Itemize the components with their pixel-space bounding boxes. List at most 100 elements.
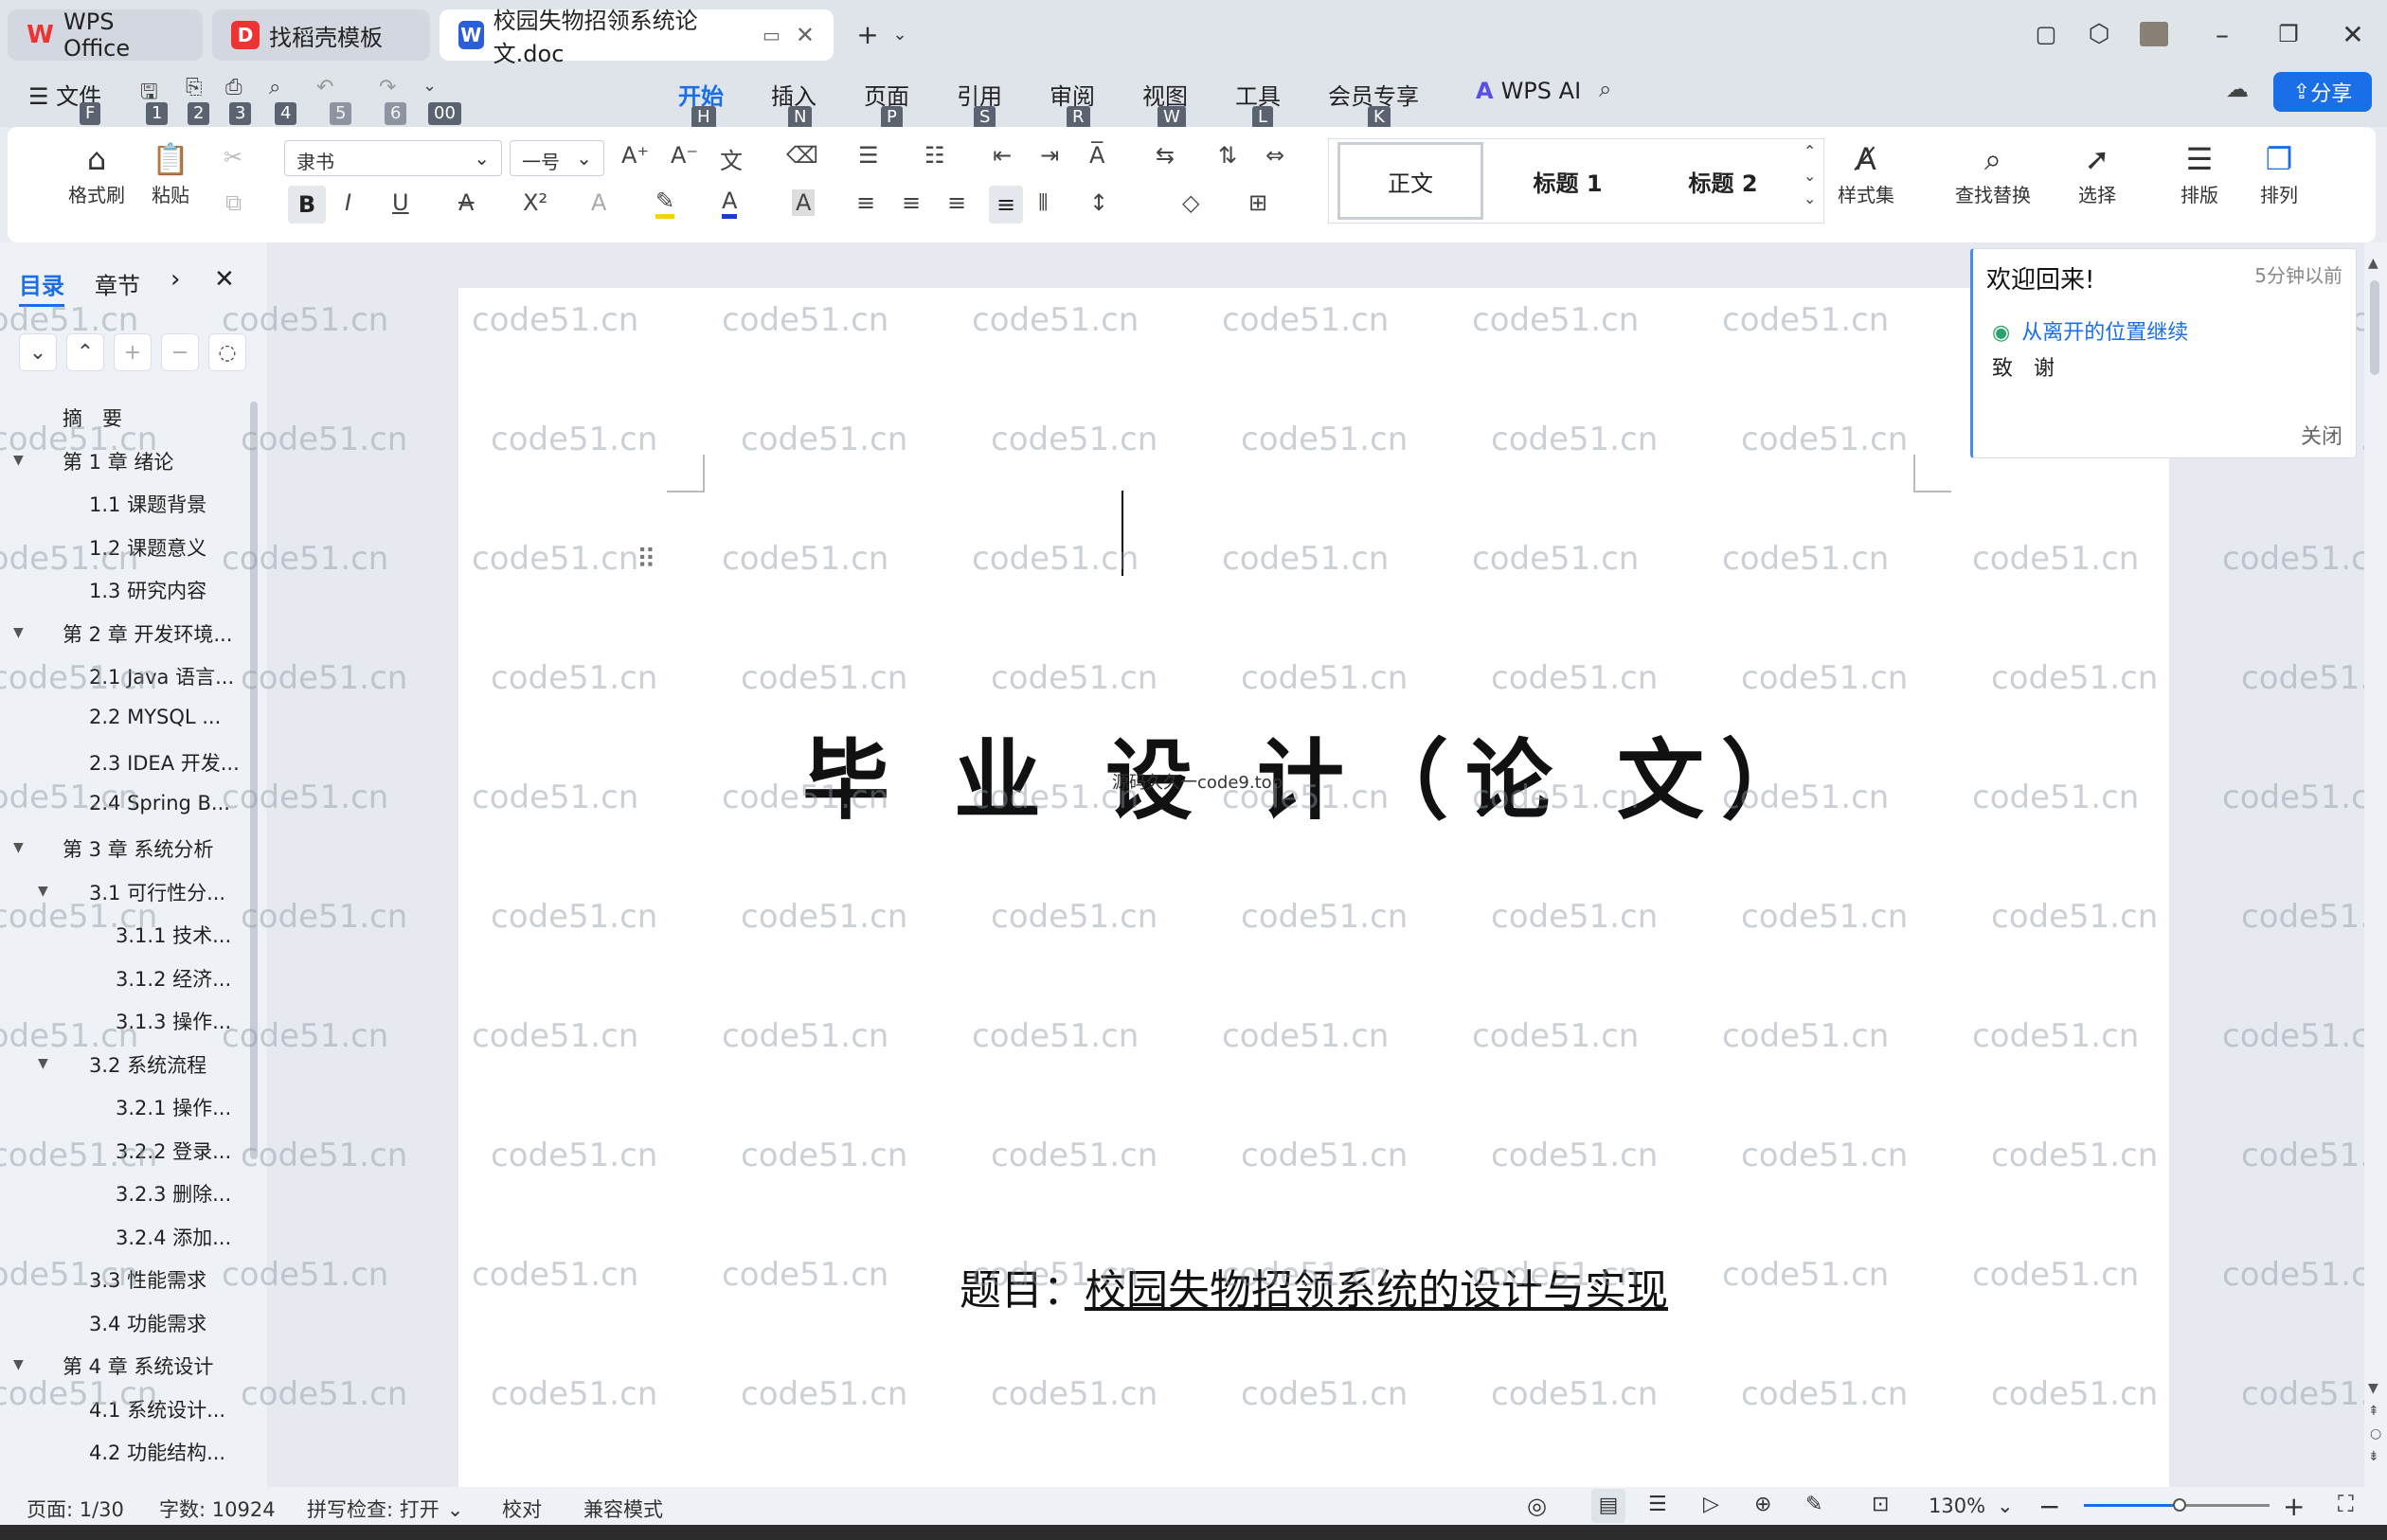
char-shading-icon[interactable]: A [792, 189, 816, 216]
share-button[interactable]: ⇪ 分享 [2273, 72, 2372, 112]
word-count[interactable]: 字数: 10924 [159, 1495, 276, 1523]
tab-wps-office[interactable]: W WPS Office [8, 9, 203, 62]
toc-item[interactable]: 3.2.4 添加... [116, 1223, 231, 1251]
tab-current-document[interactable]: W 校园失物招领系统论文.doc ▭ ✕ [440, 8, 834, 67]
align-right-icon[interactable]: ≡ [947, 189, 966, 216]
expand-caret-icon[interactable]: ▼ [13, 1357, 24, 1372]
select-button[interactable]: ➚ 选择 [2076, 138, 2118, 207]
superscript-icon[interactable]: X² [523, 189, 547, 216]
text-direction-icon[interactable]: A̅ [1089, 142, 1104, 169]
toc-item[interactable]: 第 1 章 绪论 [63, 447, 173, 475]
fullscreen-icon[interactable]: ⛶ [2338, 1491, 2354, 1517]
expand-caret-icon[interactable]: ▼ [13, 840, 24, 855]
close-pane-icon[interactable]: ✕ [214, 265, 235, 294]
toc-item[interactable]: 摘 要 [63, 403, 122, 432]
expand-caret-icon[interactable]: ▼ [13, 625, 24, 640]
toc-item[interactable]: 3.2 系统流程 [89, 1050, 206, 1079]
browse-object-icon[interactable]: ○ [2370, 1426, 2381, 1442]
text-effect-icon[interactable]: A [591, 189, 606, 216]
chevron-down-icon[interactable]: ⌄ [1804, 167, 1816, 185]
toc-item[interactable]: 3.2.2 登录... [116, 1137, 231, 1165]
play-icon[interactable]: ▷ [1703, 1493, 1719, 1516]
cube-icon[interactable]: ⬡ [2080, 15, 2118, 53]
drag-handle-icon[interactable]: ⠿ [637, 544, 656, 575]
print-icon[interactable]: ⎙ [225, 76, 242, 99]
add-heading-icon[interactable]: + [114, 333, 152, 371]
print-preview-icon[interactable]: ⌕ [269, 76, 280, 99]
distributed-icon[interactable]: ⦀ [1038, 189, 1049, 216]
expand-caret-icon[interactable]: ▼ [38, 884, 48, 899]
borders-icon[interactable]: ⊞ [1248, 189, 1267, 216]
expand-caret-icon[interactable]: ▼ [38, 1056, 48, 1071]
undo-icon[interactable]: ↶ [316, 76, 333, 99]
toc-item[interactable]: 1.1 课题背景 [89, 490, 206, 518]
zoom-in-icon[interactable]: + [2283, 1491, 2305, 1522]
toc-item[interactable]: 4.1 系统设计... [89, 1395, 225, 1424]
toc-item[interactable]: 2.2 MYSQL ... [89, 706, 221, 728]
toc-item[interactable]: 3.1 可行性分... [89, 878, 225, 906]
fit-page-icon[interactable]: ⊡ [1872, 1493, 1889, 1516]
font-size-select[interactable]: 一号 ⌄ [510, 140, 604, 176]
tab-docer-templates[interactable]: D 找稻壳模板 [212, 9, 430, 61]
cut-icon[interactable]: ✂ [224, 144, 242, 170]
avatar[interactable] [2135, 15, 2173, 53]
search-icon[interactable]: ⌕ [1599, 76, 1611, 102]
toc-item[interactable]: 4.2 功能结构... [89, 1438, 225, 1466]
underline-icon[interactable]: U [392, 189, 409, 216]
outline-view-icon[interactable]: ☰ [1648, 1493, 1667, 1516]
toc-item[interactable]: 3.4 功能需求 [89, 1309, 206, 1337]
line-spacing-icon[interactable]: ↕ [1089, 189, 1108, 216]
chevron-down-icon[interactable]: ⌄ [881, 15, 919, 53]
format-painter-button[interactable]: ⌂ 格式刷 [68, 138, 125, 207]
resume-link[interactable]: ◉ 从离开的位置继续 [1992, 315, 2188, 346]
increase-indent-icon[interactable]: ⇥ [1040, 142, 1059, 169]
toc-item[interactable]: 1.3 研究内容 [89, 576, 206, 604]
restore-icon[interactable]: ❐ [2270, 15, 2307, 53]
align-center-icon[interactable]: ≡ [902, 189, 921, 216]
phonetic-icon[interactable]: 文 [720, 142, 743, 175]
expand-gallery-icon[interactable]: ⌄ [1804, 189, 1816, 207]
toc-item[interactable]: 3.1.1 技术... [116, 921, 231, 949]
font-color-icon[interactable]: A [722, 188, 738, 219]
monitor-icon[interactable]: ▭ [763, 24, 781, 46]
toc-item[interactable]: 2.4 Spring B... [89, 792, 230, 815]
toc-item[interactable]: 第 4 章 系统设计 [63, 1352, 213, 1380]
toc-item[interactable]: 3.1.3 操作... [116, 1007, 231, 1035]
pen-icon[interactable]: ✎ [1805, 1493, 1822, 1516]
page-count[interactable]: 页面: 1/30 [27, 1495, 124, 1523]
strikethrough-icon[interactable]: A [458, 189, 474, 216]
toc-item[interactable]: 3.1.2 经济... [116, 964, 231, 993]
scroll-down-icon[interactable]: ▼ [2368, 1381, 2378, 1396]
style-heading-1[interactable]: 标题 1 [1497, 142, 1639, 220]
scroll-up-icon[interactable]: ▲ [2368, 256, 2378, 271]
bold-icon[interactable]: B [288, 186, 326, 224]
quick-access-more-icon[interactable]: ⌄ [422, 76, 437, 96]
grow-font-icon[interactable]: A⁺ [621, 142, 649, 169]
redo-icon[interactable]: ↷ [379, 76, 396, 99]
chevron-right-icon[interactable]: › [170, 265, 180, 294]
cloud-icon[interactable]: ☁ [2226, 76, 2249, 102]
align-left-icon[interactable]: ≡ [856, 189, 875, 216]
style-heading-2[interactable]: 标题 2 [1652, 142, 1794, 220]
toc-item[interactable]: 3.2.1 操作... [116, 1093, 231, 1121]
remove-heading-icon[interactable]: − [161, 333, 199, 371]
expand-caret-icon[interactable]: ▼ [13, 453, 24, 468]
eraser-icon[interactable]: ⌫ [786, 142, 818, 169]
copy-icon[interactable]: ⧉ [225, 189, 242, 216]
numbered-list-icon[interactable]: ☷ [924, 142, 945, 169]
toc-item[interactable]: 第 2 章 开发环境... [63, 619, 232, 648]
toc-options-icon[interactable]: ◌ [208, 333, 246, 371]
document-scrollbar[interactable]: ▲ ▼ ⇞ ○ ⇟ [2364, 242, 2387, 1487]
convert-icon[interactable]: ⇆ [1156, 142, 1175, 169]
spell-check-status[interactable]: 拼写检查: 打开 ⌄ [307, 1495, 463, 1523]
chevron-up-icon[interactable]: ⌃ [1804, 142, 1816, 160]
toc-item[interactable]: 2.3 IDEA 开发... [89, 748, 240, 777]
toc-scrollbar[interactable] [250, 402, 258, 1159]
style-set-button[interactable]: A̸ 样式集 [1838, 138, 1894, 207]
close-tab-icon[interactable]: ✕ [796, 22, 815, 48]
eye-protection-icon[interactable]: ◎ [1527, 1493, 1547, 1519]
window-layout-icon[interactable]: ▢ [2027, 15, 2065, 53]
scroll-thumb[interactable] [2370, 280, 2379, 375]
show-marks-icon[interactable]: ⇔ [1265, 142, 1284, 169]
minimize-icon[interactable]: – [2203, 15, 2241, 53]
